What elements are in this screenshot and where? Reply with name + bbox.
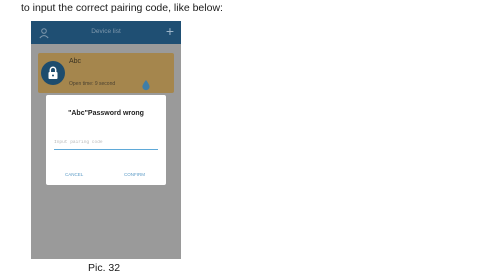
dialog-title: "Abc"Password wrong [68,110,144,117]
device-name: Abc [69,58,82,65]
confirm-button[interactable]: CONFIRM [124,172,145,177]
title-bar: Device list + [31,21,181,44]
lock-icon [41,61,65,85]
screen-title: Device list [91,28,121,35]
cancel-button[interactable]: CANCEL [65,172,83,177]
figure-caption: Pic. 32 [88,262,121,274]
pairing-code-input[interactable] [54,135,158,150]
water-drop-icon[interactable] [140,78,152,91]
phone-screenshot: Device list + Abc Open time: 9 second "A… [31,21,181,259]
intro-text: to input the correct pairing code, like … [21,2,223,14]
password-dialog: "Abc"Password wrong CANCEL CONFIRM [46,95,166,185]
plus-icon[interactable]: + [162,23,178,39]
device-open-time: Open time: 9 second [69,81,116,87]
device-card[interactable]: Abc Open time: 9 second [38,53,174,93]
